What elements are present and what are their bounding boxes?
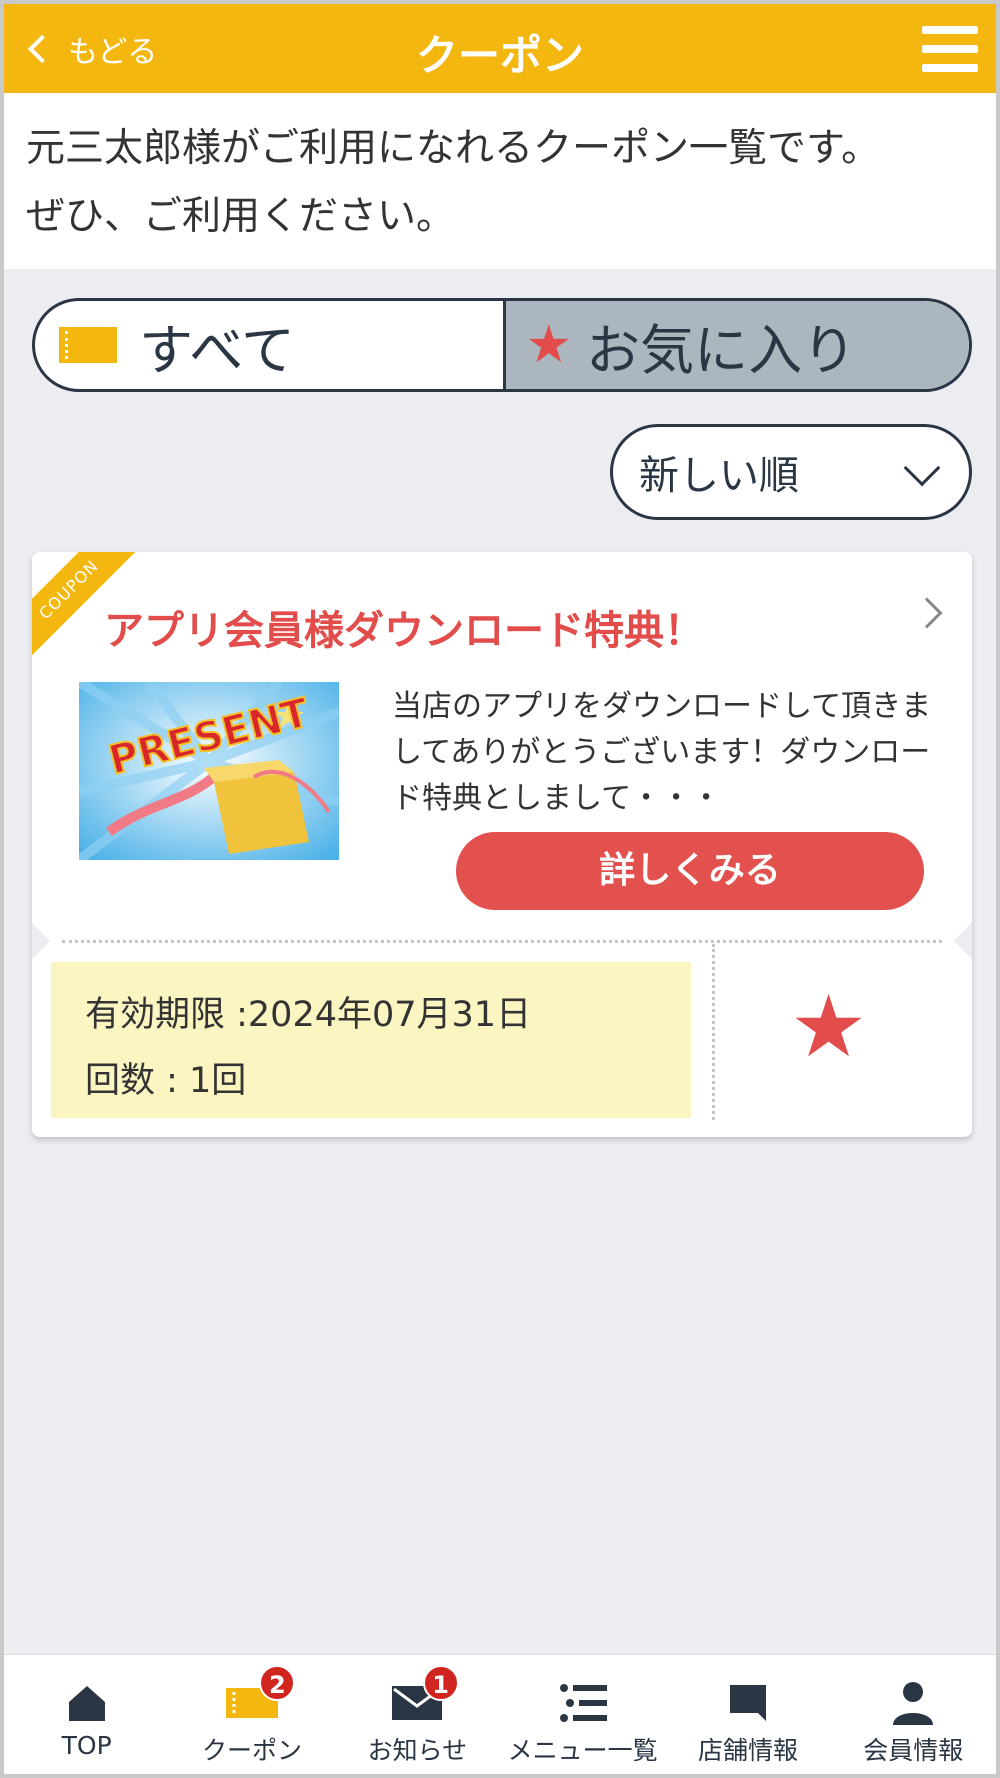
- chevron-right-icon[interactable]: [911, 597, 943, 629]
- nav-item-coupon[interactable]: 2 クーポン: [169, 1655, 334, 1774]
- nav-label-news: お知らせ: [367, 1736, 468, 1765]
- nav-item-menu-list[interactable]: メニュー一覧: [500, 1655, 665, 1774]
- nav-label-coupon: クーポン: [201, 1736, 302, 1765]
- sort-selected-value: 新しい順: [639, 453, 799, 499]
- nav-label-top: TOP: [61, 1731, 112, 1760]
- ticket-icon: [59, 327, 117, 363]
- nav-item-top[interactable]: TOP: [4, 1655, 169, 1774]
- intro-line-1: 元三太郎様がご利用になれるクーポン一覧です。: [26, 126, 881, 171]
- hamburger-menu-icon[interactable]: [922, 26, 978, 72]
- details-button[interactable]: 詳しくみる: [456, 832, 924, 910]
- coupon-badge: 2: [259, 1665, 296, 1701]
- coupon-description: 当店のアプリをダウンロードして頂きましてありがとうございます！ダウンロード特典と…: [392, 689, 932, 816]
- sort-select[interactable]: 新しい順: [610, 424, 972, 520]
- tab-all[interactable]: すべて: [35, 301, 503, 389]
- tab-favorites[interactable]: ★ お気に入り: [502, 301, 969, 389]
- tab-favorites-label: お気に入り: [586, 318, 857, 382]
- nav-item-member-info[interactable]: 会員情報: [831, 1655, 996, 1774]
- page-title: クーポン: [415, 31, 584, 80]
- news-badge: 1: [422, 1665, 459, 1701]
- home-icon: [67, 1681, 107, 1725]
- chevron-down-icon: [903, 449, 941, 487]
- nav-label-member-info: 会員情報: [863, 1736, 964, 1765]
- nav-item-store-info[interactable]: 店舗情報: [665, 1655, 830, 1774]
- card-divider: [62, 940, 942, 943]
- favorite-star-icon[interactable]: ★: [790, 984, 867, 1070]
- filter-tabs: すべて ★ お気に入り: [32, 298, 972, 392]
- store-icon: [728, 1681, 768, 1725]
- card-vertical-divider: [712, 944, 715, 1120]
- tab-all-label: すべて: [139, 318, 296, 382]
- bottom-nav: TOP 2 クーポン 1 お知らせ メニュー一覧 店舗情報 会員情報: [4, 1654, 996, 1774]
- app-screen: もどる クーポン 元三太郎様がご利用になれるクーポン一覧です。 ぜひ、ご利用くだ…: [4, 4, 996, 1774]
- intro-text: 元三太郎様がご利用になれるクーポン一覧です。 ぜひ、ご利用ください。: [4, 93, 996, 269]
- validity-box: 有効期限 :2024年07月31日 回数 : 1回: [51, 962, 691, 1118]
- coupon-title[interactable]: アプリ会員様ダウンロード特典！: [104, 598, 704, 656]
- nav-item-news[interactable]: 1 お知らせ: [335, 1655, 500, 1774]
- star-icon: ★: [525, 315, 573, 375]
- menu-list-icon: [559, 1681, 607, 1725]
- nav-label-store-info: 店舗情報: [697, 1736, 798, 1765]
- nav-label-menu-list: メニュー一覧: [507, 1736, 658, 1765]
- card-notch-left: [32, 919, 51, 963]
- intro-line-2: ぜひ、ご利用ください。: [26, 194, 456, 239]
- usage-count-text: 回数 : 1回: [85, 1061, 247, 1101]
- coupon-card[interactable]: COUPON アプリ会員様ダウンロード特典！ PRESENT 当店のアプリをダウ…: [32, 552, 972, 1137]
- header-bar: もどる クーポン: [4, 4, 996, 93]
- expiry-text: 有効期限 :2024年07月31日: [85, 995, 532, 1035]
- card-notch-right: [953, 919, 972, 963]
- coupon-image: PRESENT: [79, 682, 339, 860]
- user-icon: [892, 1681, 934, 1725]
